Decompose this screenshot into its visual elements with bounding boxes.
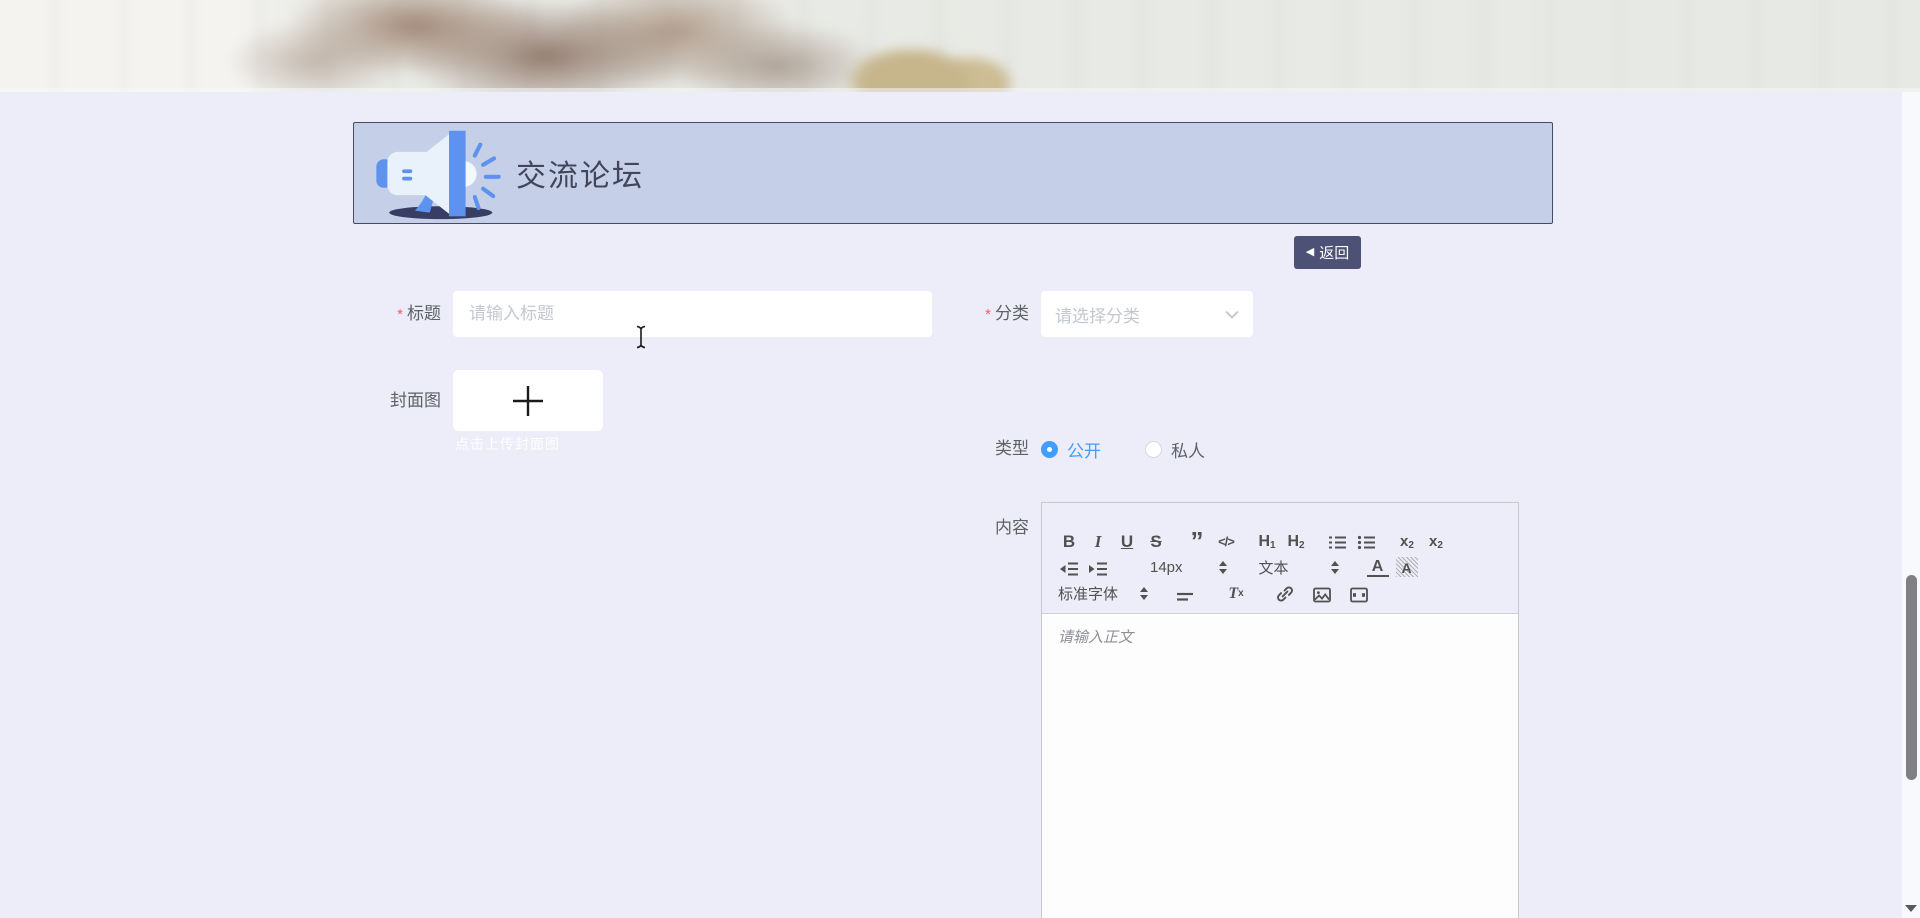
text-cursor-ibeam [633,325,649,349]
back-button[interactable]: ◀ 返回 [1294,236,1361,269]
banner-fade [0,88,1920,92]
blockquote-button[interactable]: ” [1186,531,1208,551]
text-color-button[interactable]: A [1367,557,1389,577]
page-title: 交流论坛 [516,123,644,223]
cover-upload-button[interactable] [453,370,603,431]
required-asterisk: * [397,306,403,323]
outdent-icon[interactable] [1058,557,1080,577]
cover-upload-hint: 点击上传封面图 [455,434,560,454]
forum-header-panel: 交流论坛 [353,122,1553,224]
editor-placeholder: 请输入正文 [1058,626,1133,647]
radio-selected-icon [1041,441,1058,458]
font-size-stepper-icon[interactable] [1219,561,1227,574]
radio-public[interactable]: 公开 [1041,437,1101,462]
bullet-list-icon[interactable] [1355,531,1377,551]
video-icon[interactable] [1348,583,1370,603]
radio-private-label: 私人 [1171,437,1205,462]
cover-field-label: 封面图 [330,370,441,431]
font-family-select[interactable]: 标准字体 [1058,583,1118,604]
toolbar-row-3: 标准字体 Tx [1058,583,1518,603]
image-icon[interactable] [1311,583,1333,603]
link-icon[interactable] [1274,583,1296,603]
category-select[interactable]: 请选择分类 [1041,291,1253,337]
subscript-button[interactable]: x2 [1396,531,1418,551]
italic-button[interactable]: I [1087,531,1109,551]
indent-icon[interactable] [1087,557,1109,577]
toolbar-row-2: 14px 文本 A A [1058,557,1518,577]
back-arrow-icon: ◀ [1306,247,1314,258]
megaphone-icon [366,128,510,220]
text-style-select[interactable]: 文本 [1259,557,1289,578]
radio-private[interactable]: 私人 [1145,437,1205,462]
clear-format-button[interactable]: Tx [1225,583,1247,603]
radio-public-label: 公开 [1067,437,1101,462]
rich-text-editor: B I U S ” </> H1 H2 [1041,502,1519,918]
title-field-label: *标题 [330,291,441,338]
category-field-label: *分类 [920,291,1029,338]
banner-image [0,0,1920,92]
radio-unselected-icon [1145,441,1162,458]
title-input[interactable] [453,291,932,337]
scrollbar-down-arrow-icon[interactable] [1905,905,1917,912]
back-button-label: 返回 [1319,242,1349,263]
bold-button[interactable]: B [1058,531,1080,551]
type-radio-group: 公开 私人 [1041,435,1205,463]
code-button[interactable]: </> [1215,531,1237,551]
text-style-stepper-icon[interactable] [1331,561,1339,574]
required-asterisk: * [985,306,991,323]
font-family-stepper-icon[interactable] [1140,587,1148,600]
plus-icon [511,384,545,418]
strikethrough-button[interactable]: S [1145,531,1167,551]
background-color-button[interactable]: A [1396,557,1418,577]
align-icon[interactable] [1174,583,1196,603]
category-select-placeholder: 请选择分类 [1055,302,1225,327]
scrollbar-track[interactable] [1902,92,1920,918]
page: 交流论坛 ◀ 返回 *标题 *分类 请选择分类 封面图 [0,0,1920,918]
ordered-list-icon[interactable] [1326,531,1348,551]
banner-photo-blur [0,0,1920,92]
header2-button[interactable]: H2 [1285,531,1307,551]
scrollbar-thumb[interactable] [1906,575,1917,780]
underline-button[interactable]: U [1116,531,1138,551]
superscript-button[interactable]: x2 [1425,531,1447,551]
chevron-down-icon [1225,310,1239,319]
header1-button[interactable]: H1 [1256,531,1278,551]
content-field-label: 内容 [920,514,1029,542]
editor-toolbar: B I U S ” </> H1 H2 [1042,503,1518,614]
editor-content-area[interactable]: 请输入正文 [1042,614,1518,918]
toolbar-row-1: B I U S ” </> H1 H2 [1058,531,1518,551]
font-size-select[interactable]: 14px [1150,559,1183,576]
type-field-label: 类型 [920,435,1029,463]
